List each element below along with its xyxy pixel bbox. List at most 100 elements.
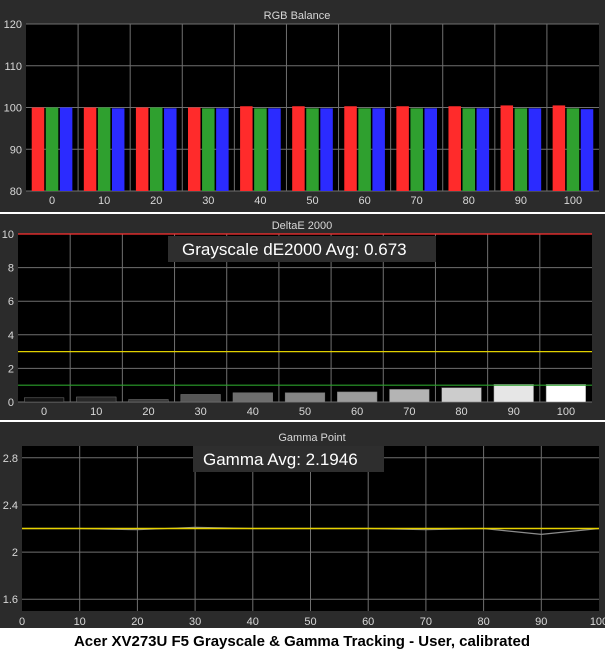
x-tick-label: 50 [299, 406, 311, 418]
x-tick-label: 0 [41, 406, 47, 418]
x-tick-label: 10 [74, 616, 86, 628]
x-tick-label: 30 [195, 406, 207, 418]
x-tick-label: 30 [189, 616, 201, 628]
x-tick-label: 20 [150, 195, 162, 207]
x-tick-label: 10 [90, 406, 102, 418]
rgb-bar [410, 108, 423, 191]
x-tick-label: 100 [557, 406, 575, 418]
deltae-title: DeltaE 2000 [272, 220, 333, 232]
rgb-bar [268, 108, 281, 191]
gamma-average-annotation: Gamma Avg: 2.1946 [203, 450, 358, 469]
deltae-bar [441, 387, 482, 403]
rgb-bar [164, 108, 177, 191]
y-tick-label: 100 [4, 103, 22, 115]
rgb-bar [135, 107, 149, 191]
rgb-bar [83, 107, 97, 191]
rgb-bar [358, 108, 371, 191]
rgb-bar [500, 105, 514, 191]
rgb-bar [149, 107, 163, 191]
y-tick-label: 0 [8, 397, 14, 409]
y-tick-label: 1.6 [3, 594, 18, 606]
x-tick-label: 40 [247, 406, 259, 418]
rgb-bar [188, 107, 201, 191]
x-tick-label: 10 [98, 195, 110, 207]
y-tick-label: 110 [4, 61, 22, 73]
y-tick-label: 10 [2, 229, 14, 241]
y-tick-label: 2.4 [3, 500, 18, 512]
deltae-bar [493, 384, 534, 403]
y-tick-label: 90 [10, 144, 22, 156]
x-tick-label: 20 [142, 406, 154, 418]
rgb-bar [580, 109, 594, 191]
x-tick-label: 60 [358, 195, 370, 207]
deltae-bar [180, 394, 221, 403]
x-tick-label: 50 [304, 616, 316, 628]
deltae-bar [76, 396, 117, 403]
x-tick-label: 70 [420, 616, 432, 628]
rgb-bar [552, 105, 566, 191]
rgb-bar [424, 108, 437, 191]
deltae-bar [232, 392, 273, 403]
deltae-bar [337, 391, 378, 403]
x-tick-label: 80 [463, 195, 475, 207]
y-tick-label: 6 [8, 296, 14, 308]
x-tick-label: 80 [455, 406, 467, 418]
rgb-bar [476, 108, 490, 191]
rgb-bar [514, 108, 528, 191]
deltae-bar [128, 399, 169, 403]
x-tick-label: 0 [49, 195, 55, 207]
x-tick-label: 60 [362, 616, 374, 628]
rgb-balance-bars [31, 105, 594, 191]
rgb-bar [372, 108, 385, 191]
x-tick-label: 0 [19, 616, 25, 628]
rgb-bar [566, 108, 580, 191]
rgb-bar [111, 108, 125, 191]
rgb-bar [396, 106, 409, 191]
deltae-panel: DeltaE 2000 Grayscale dE2000 Avg: 0.673 … [0, 214, 605, 420]
rgb-bar [240, 106, 253, 191]
y-tick-label: 80 [10, 186, 22, 198]
y-tick-label: 2 [12, 547, 18, 559]
x-tick-label: 20 [131, 616, 143, 628]
rgb-bar [320, 108, 333, 191]
y-tick-label: 8 [8, 263, 14, 275]
rgb-bar [344, 106, 357, 191]
rgb-bar [448, 106, 461, 191]
x-tick-label: 30 [202, 195, 214, 207]
deltae-bar [284, 392, 326, 403]
x-tick-label: 40 [247, 616, 259, 628]
rgb-bar [59, 107, 73, 191]
rgb-bar [254, 108, 267, 191]
x-tick-label: 70 [403, 406, 415, 418]
x-tick-label: 80 [477, 616, 489, 628]
y-tick-label: 120 [4, 19, 22, 31]
x-tick-label: 100 [564, 195, 582, 207]
x-tick-label: 100 [590, 616, 605, 628]
rgb-bar [292, 106, 305, 191]
rgb-bar [31, 107, 45, 191]
deltae-bar [389, 389, 430, 403]
rgb-bar [45, 107, 59, 191]
calibration-figure: RGB Balance 8090100110120 0 10 20 30 40 50 60 7… [0, 0, 605, 650]
gamma-title: Gamma Point [278, 432, 345, 444]
x-tick-label: 40 [254, 195, 266, 207]
deltae-bar [24, 397, 65, 403]
figure-caption: Acer XV273U F5 Grayscale & Gamma Trackin… [74, 633, 530, 650]
x-tick-label: 90 [535, 616, 547, 628]
x-tick-label: 70 [411, 195, 423, 207]
y-tick-label: 2.8 [3, 453, 18, 465]
rgb-balance-panel: RGB Balance 80 90 100 110 120 0 10 20 30 40 50 60 7… [0, 0, 605, 212]
x-tick-label: 50 [306, 195, 318, 207]
rgb-bar [97, 107, 111, 191]
rgb-bar [528, 108, 542, 191]
y-tick-label: 4 [8, 330, 14, 342]
gamma-panel: Gamma Point Gamma Avg: 2.1946 1.6 2 2.4 2.8… [0, 422, 605, 628]
x-tick-label: 60 [351, 406, 363, 418]
x-tick-label: 90 [515, 195, 527, 207]
deltae-average-annotation: Grayscale dE2000 Avg: 0.673 [182, 240, 407, 259]
x-tick-label: 90 [508, 406, 520, 418]
rgb-bar [202, 108, 215, 191]
y-tick-label: 2 [8, 363, 14, 375]
deltae-bar [545, 384, 586, 403]
rgb-bar [306, 108, 319, 191]
